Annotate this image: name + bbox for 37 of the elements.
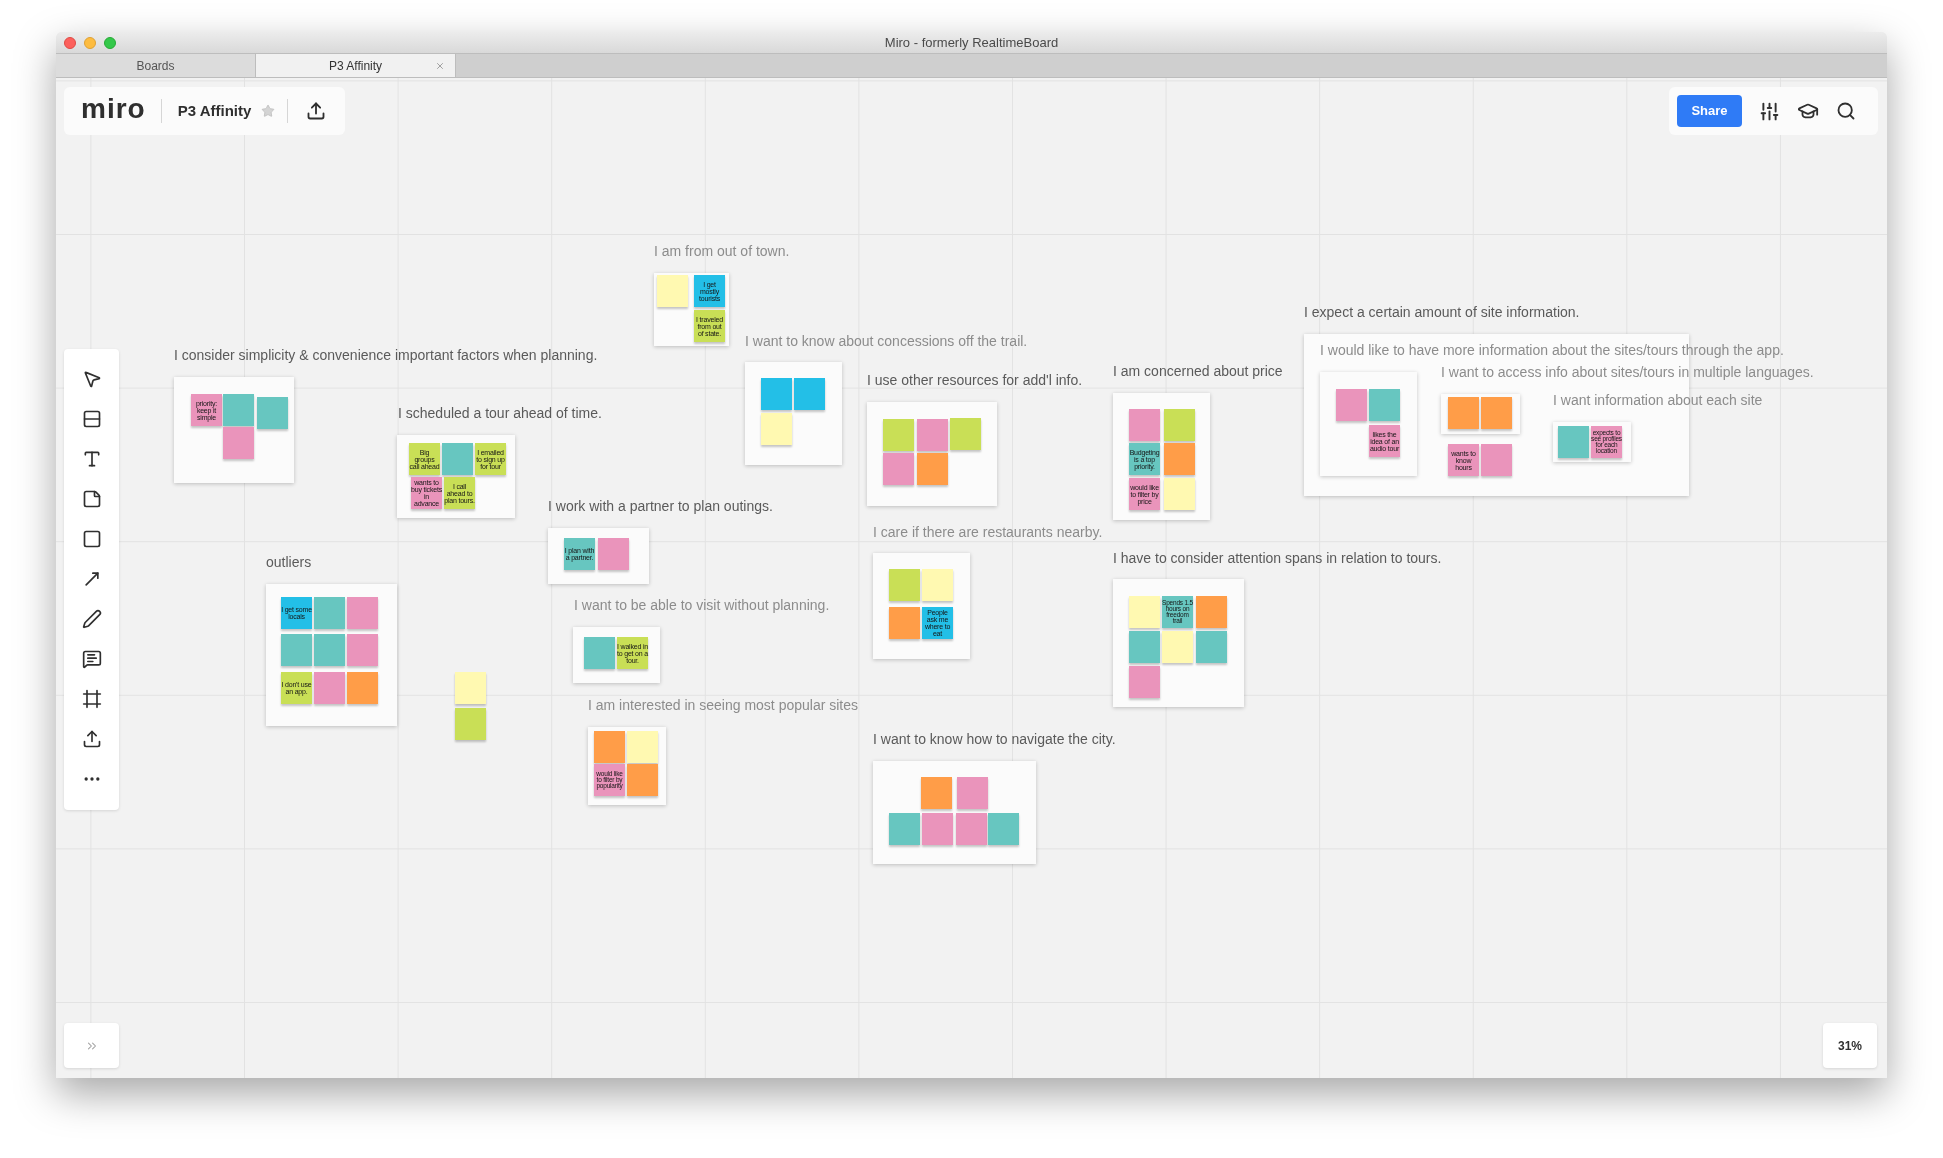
layout-icon[interactable] (81, 409, 102, 429)
cursor-icon[interactable] (81, 369, 102, 389)
frame-icon[interactable] (81, 689, 102, 709)
cluster-heading: I am concerned about price (1113, 362, 1283, 380)
cluster-heading: I want to access info about sites/tours in multiple languages. (1441, 363, 1814, 381)
window-title: Miro - formerly RealtimeBoard (884, 34, 1059, 51)
cluster-heading: I care if there are restaurants nearby. (873, 523, 1103, 541)
cluster-heading: I consider simplicity & convenience important factors when planning. (174, 346, 598, 364)
cluster-heading: I expect a certain amount of site information. (1304, 303, 1580, 321)
cluster-heading: I want to know how to navigate the city. (873, 730, 1116, 748)
close-window-icon[interactable] (64, 36, 76, 49)
upload-icon[interactable] (81, 729, 102, 749)
cluster-heading: I would like to have more information about the sites/tours through the app. (1320, 341, 1784, 359)
zoom-level[interactable]: 31% (1823, 1023, 1877, 1068)
pen-icon[interactable] (81, 609, 102, 629)
cluster-heading: I want information about each site (1553, 391, 1763, 409)
cluster-heading: I am interested in seeing most popular sites (588, 696, 859, 714)
settings-icon[interactable] (1759, 100, 1780, 122)
tab[interactable]: P3 Affinity (256, 54, 456, 77)
cluster-heading: I work with a partner to plan outings. (548, 497, 773, 515)
tab[interactable]: Boards (56, 54, 256, 77)
cluster-heading: I scheduled a tour ahead of time. (398, 404, 602, 422)
sticky-note-icon[interactable] (81, 489, 102, 509)
cluster-heading: I want to be able to visit without planning. (574, 596, 830, 614)
square-icon[interactable] (81, 529, 102, 549)
comment-icon[interactable] (81, 649, 102, 669)
cluster-heading: I want to know about concessions off the trail. (745, 332, 1028, 350)
cluster-heading: I have to consider attention spans in relation to tours. (1113, 549, 1442, 567)
cluster-heading: outliers (266, 553, 312, 571)
logo[interactable]: miro (81, 95, 146, 127)
search-icon[interactable] (1836, 101, 1856, 121)
board-name[interactable]: P3 Affinity (177, 99, 252, 123)
cluster-heading: I am from out of town. (654, 242, 790, 260)
cluster-heading: I use other resources for add'l info. (867, 371, 1083, 389)
star-icon[interactable] (261, 104, 276, 118)
share-button[interactable]: Share (1677, 95, 1742, 127)
upload-icon[interactable] (306, 101, 327, 121)
